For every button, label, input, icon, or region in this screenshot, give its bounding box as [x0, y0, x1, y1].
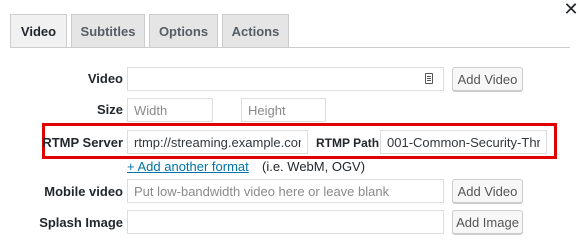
- tab-options[interactable]: Options: [149, 14, 218, 47]
- video-url-input[interactable]: [127, 67, 444, 91]
- size-label: Size: [96, 102, 123, 117]
- rtmp-path-label: RTMP Path: [316, 136, 380, 150]
- rtmp-path-input[interactable]: [380, 130, 547, 154]
- mobile-video-label: Mobile video: [44, 184, 123, 199]
- tab-actions[interactable]: Actions: [222, 14, 289, 47]
- video-label: Video: [87, 71, 123, 86]
- width-input[interactable]: [127, 98, 213, 122]
- add-mobile-video-button[interactable]: Add Video: [452, 179, 523, 203]
- splash-image-input[interactable]: [127, 210, 444, 234]
- add-video-button[interactable]: Add Video: [452, 67, 523, 91]
- height-input[interactable]: [241, 98, 326, 122]
- close-icon[interactable]: ✕: [561, 0, 580, 20]
- add-image-button[interactable]: Add Image: [452, 210, 523, 234]
- add-another-format-link[interactable]: + Add another format: [127, 159, 249, 174]
- tab-subtitles[interactable]: Subtitles: [71, 14, 145, 47]
- tab-video[interactable]: Video: [10, 14, 67, 48]
- splash-image-label: Splash Image: [39, 215, 123, 230]
- rtmp-server-label: RTMP Server: [42, 135, 123, 150]
- mobile-video-input[interactable]: [127, 179, 444, 203]
- format-hint: (i.e. WebM, OGV): [262, 159, 366, 174]
- rtmp-server-input[interactable]: [127, 130, 308, 154]
- tab-divider: [10, 47, 570, 48]
- file-icon[interactable]: [425, 73, 433, 84]
